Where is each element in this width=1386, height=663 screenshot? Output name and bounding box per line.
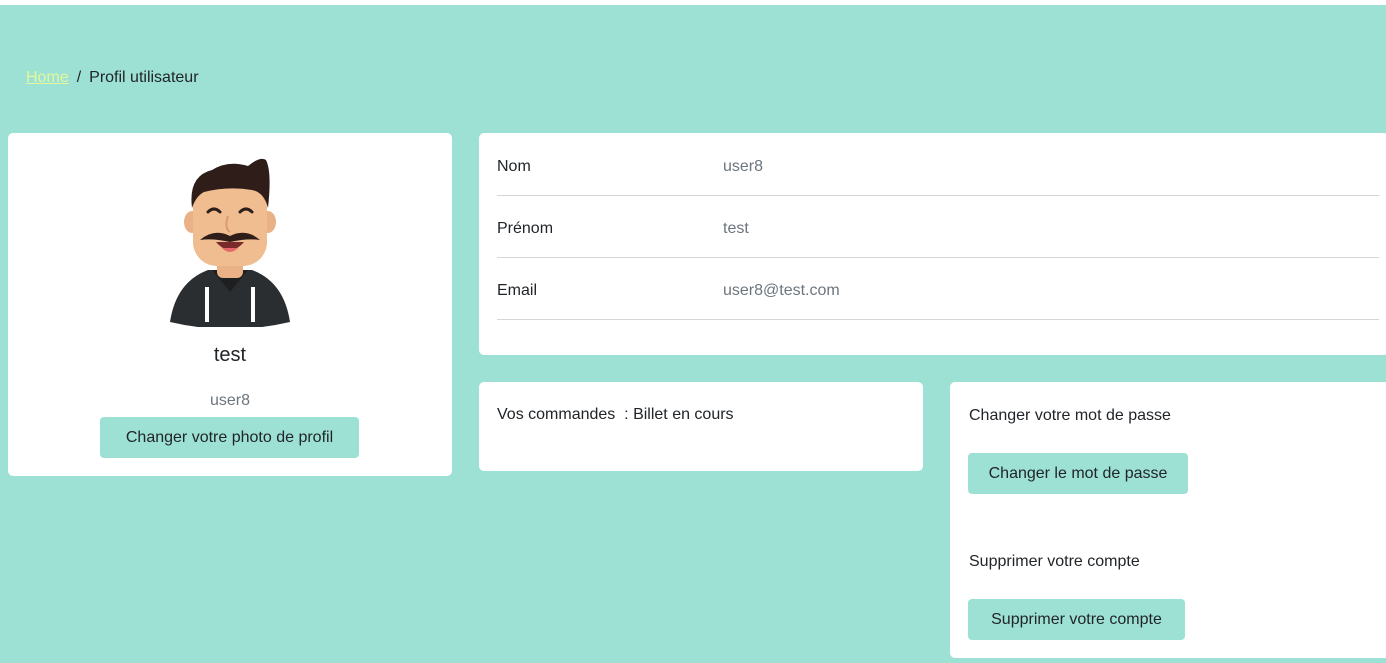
- info-row-email: Email user8@test.com: [497, 258, 1379, 320]
- info-row-prenom: Prénom test: [497, 196, 1379, 258]
- delete-account-heading: Supprimer votre compte: [969, 553, 1140, 570]
- password-heading: Changer votre mot de passe: [969, 407, 1171, 424]
- profile-name: test: [213, 344, 247, 366]
- breadcrumb-current: Profil utilisateur: [89, 69, 199, 86]
- info-label: Prénom: [497, 220, 554, 237]
- profile-username: user8: [209, 392, 251, 409]
- change-photo-button[interactable]: Changer votre photo de profil: [100, 417, 359, 458]
- delete-account-button[interactable]: Supprimer votre compte: [968, 599, 1185, 640]
- info-value: user8@test.com: [723, 282, 840, 299]
- change-password-button[interactable]: Changer le mot de passe: [968, 453, 1188, 494]
- info-label: Email: [497, 282, 538, 299]
- breadcrumb-separator: /: [76, 69, 82, 86]
- info-label: Nom: [497, 158, 531, 175]
- orders-card: [479, 382, 923, 471]
- info-row-nom: Nom user8: [497, 134, 1379, 196]
- info-value: test: [723, 220, 749, 237]
- breadcrumb: Home / Profil utilisateur: [26, 68, 199, 88]
- breadcrumb-home-link[interactable]: Home: [26, 68, 69, 88]
- avatar: [170, 158, 290, 327]
- orders-status: Vos commandes : Billet en cours: [497, 406, 734, 423]
- info-value: user8: [723, 158, 764, 175]
